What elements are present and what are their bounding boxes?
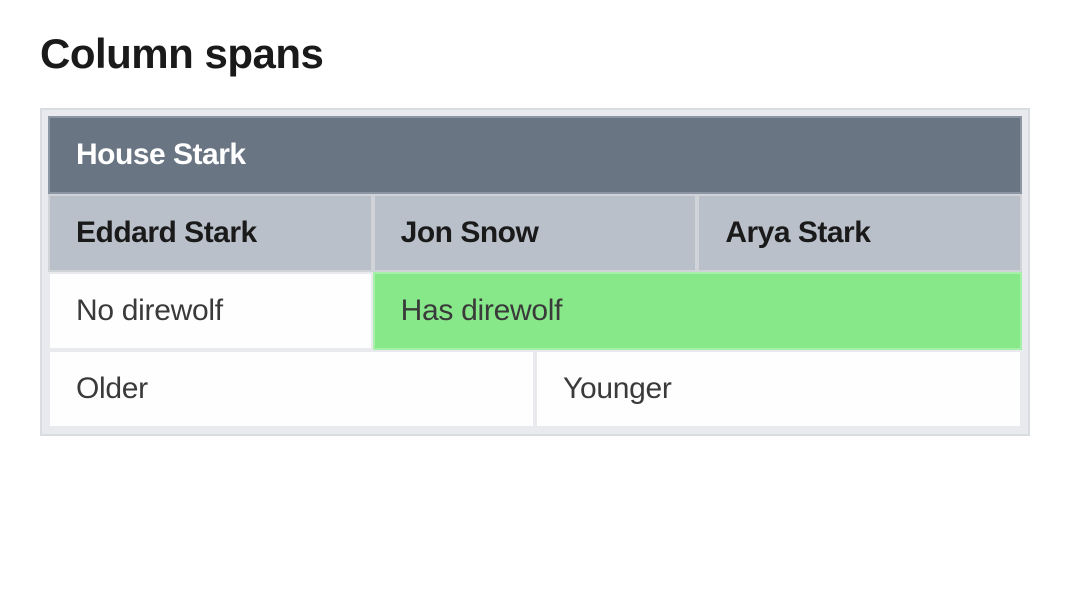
demo-table: House Stark Eddard Stark Jon Snow Arya S… [48,116,1022,428]
page-title: Column spans [40,30,1030,78]
table-header-col-3: Arya Stark [697,194,1022,272]
table-header-group: House Stark [48,116,1022,194]
table-row: No direwolf Has direwolf [48,272,1022,350]
table-cell: Younger [535,350,1022,428]
table-container: House Stark Eddard Stark Jon Snow Arya S… [40,108,1030,436]
table-row: Older Younger [48,350,1022,428]
table-header-col-2: Jon Snow [373,194,698,272]
table-cell: Older [48,350,535,428]
table-header-sub-row: Eddard Stark Jon Snow Arya Stark [48,194,1022,272]
table-cell-highlight: Has direwolf [373,272,1022,350]
table-header-col-1: Eddard Stark [48,194,373,272]
table-cell: No direwolf [48,272,373,350]
table-header-top-row: House Stark [48,116,1022,194]
